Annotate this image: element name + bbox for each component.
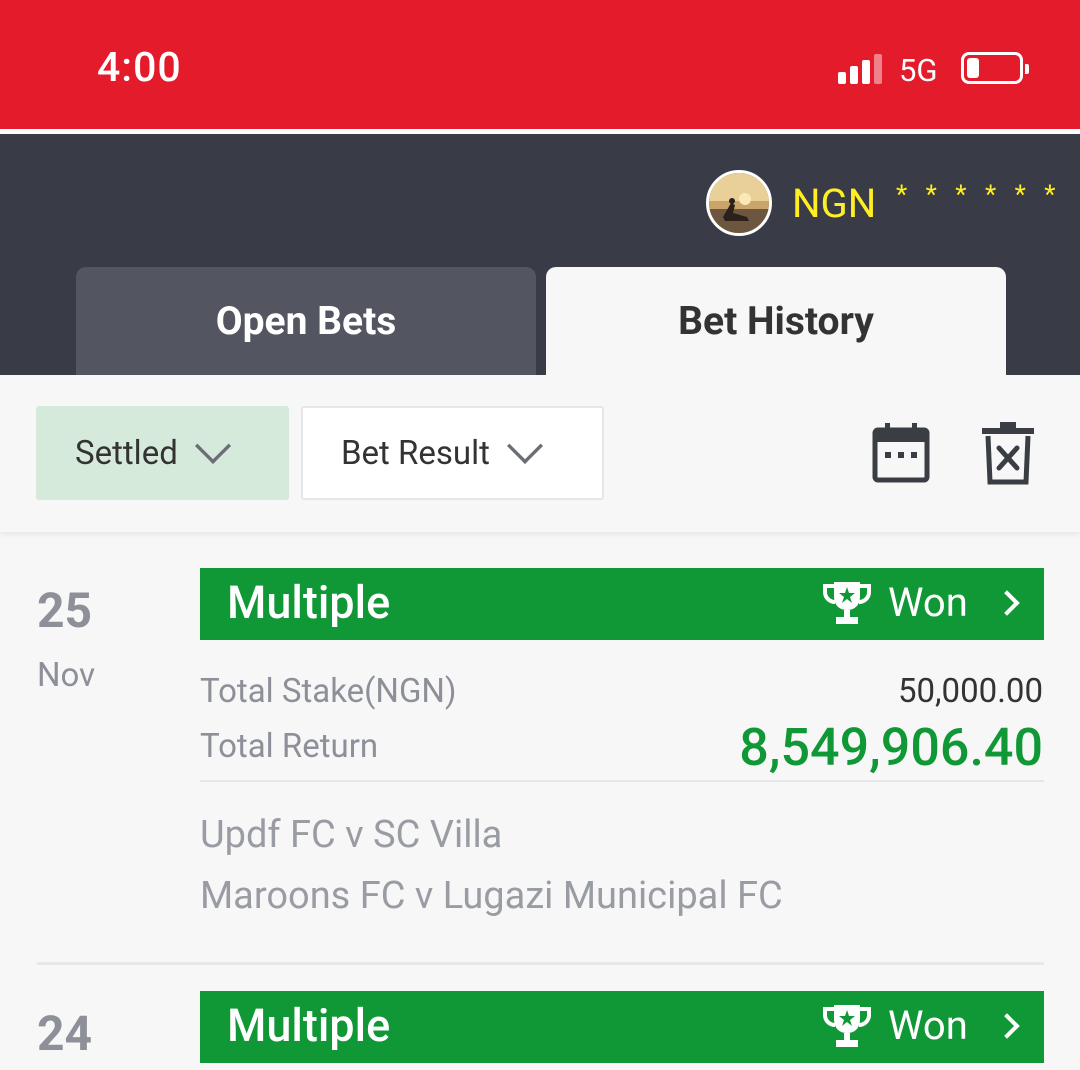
account-header: NGN * * * * * * Open Bets Bet History: [0, 134, 1080, 375]
bet-result-filter-label: Bet Result: [341, 433, 490, 473]
network-type: 5G: [899, 52, 938, 89]
signal-icon: [838, 52, 882, 84]
bet-result-filter-dropdown[interactable]: Bet Result: [301, 406, 604, 500]
status-bar: 4:00 5G: [0, 0, 1080, 130]
chevron-right-icon: [994, 590, 1020, 616]
total-stake-label: Total Stake(NGN): [200, 672, 457, 711]
user-avatar[interactable]: [706, 170, 772, 236]
bet-date-day: 25: [37, 582, 93, 639]
status-time: 4:00: [97, 44, 182, 92]
total-return-label: Total Return: [200, 727, 379, 766]
bet-date-month: Nov: [37, 656, 96, 695]
trash-x-icon[interactable]: [980, 422, 1036, 486]
total-return-value: 8,549,906.40: [739, 717, 1043, 778]
match-item: Maroons FC v Lugazi Municipal FC: [200, 874, 783, 918]
match-item: Updf FC v SC Villa: [200, 813, 503, 857]
bet-date-day: 24: [37, 1005, 93, 1062]
card-divider: [200, 780, 1044, 782]
chevron-right-icon: [994, 1013, 1020, 1039]
settled-filter-label: Settled: [75, 433, 178, 473]
currency-label: NGN: [792, 180, 877, 227]
bet-status-label: Won: [888, 1002, 968, 1049]
bet-type-label: Multiple: [227, 576, 391, 629]
balance-hidden[interactable]: * * * * * *: [896, 180, 1061, 210]
trophy-icon: [823, 582, 871, 624]
battery-icon: [961, 52, 1029, 84]
filter-bar: Settled Bet Result: [0, 375, 1080, 532]
total-stake-value: 50,000.00: [897, 672, 1043, 711]
tab-open-bets[interactable]: Open Bets: [76, 267, 536, 375]
calendar-icon[interactable]: [872, 422, 930, 484]
bet-status-label: Won: [888, 579, 968, 626]
bet-header-bar[interactable]: Multiple Won: [200, 991, 1044, 1063]
settled-filter-dropdown[interactable]: Settled: [36, 406, 289, 500]
bet-header-bar[interactable]: Multiple Won: [200, 568, 1044, 640]
tab-bet-history[interactable]: Bet History: [546, 267, 1006, 375]
chevron-down-icon: [506, 427, 543, 465]
chevron-down-icon: [194, 427, 231, 465]
trophy-icon: [823, 1005, 871, 1047]
avatar-photo-icon: [709, 173, 769, 233]
bet-type-label: Multiple: [227, 999, 391, 1052]
bet-card-separator: [37, 962, 1044, 965]
